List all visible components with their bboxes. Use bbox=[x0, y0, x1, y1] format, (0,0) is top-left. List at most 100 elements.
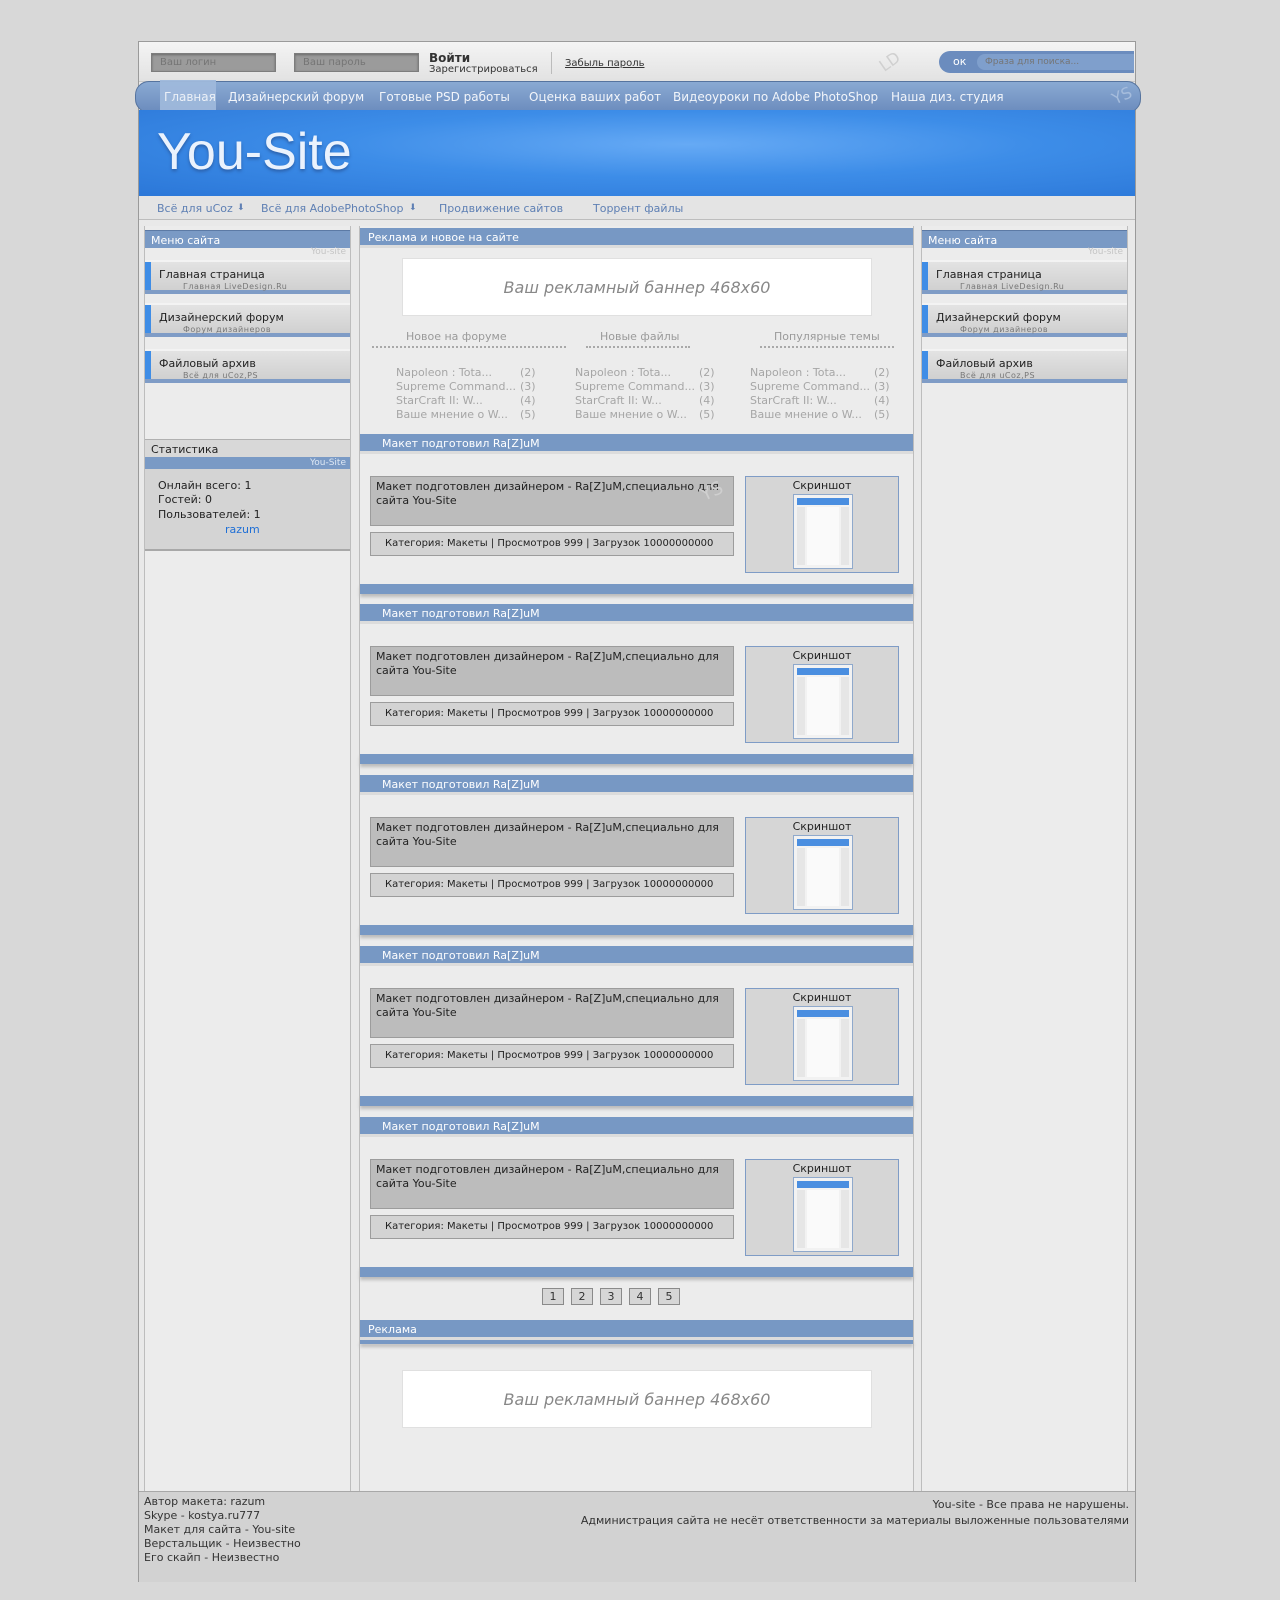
screenshot-label: Скриншот bbox=[792, 991, 852, 1004]
nav-item-psd-works[interactable]: Готовые PSD работы bbox=[379, 90, 510, 104]
screenshot-box[interactable]: Скриншот bbox=[745, 988, 899, 1085]
divider bbox=[551, 52, 552, 74]
file-item[interactable]: Napoleon : Tota... bbox=[575, 366, 671, 379]
post-meta: Категория: Макеты | Просмотров 999 | Заг… bbox=[370, 1044, 734, 1068]
subnav-item-ucoz[interactable]: Всё для uCoz bbox=[157, 202, 233, 215]
page-button[interactable]: 5 bbox=[658, 1288, 680, 1305]
left-menu-item-forum[interactable]: Дизайнерский форум Форум дизайнеров bbox=[145, 303, 350, 337]
post-title[interactable]: Макет подготовил Ra[Z]uM bbox=[360, 604, 913, 624]
page-button[interactable]: 1 bbox=[542, 1288, 564, 1305]
footer-coder: Верстальщик - Неизвестно bbox=[144, 1537, 301, 1550]
file-item[interactable]: Ваше мнение о W... bbox=[575, 408, 687, 421]
subnav-item-photoshop[interactable]: Всё для AdobePhotoShop bbox=[261, 202, 403, 215]
news-item[interactable]: Ваше мнение о W... bbox=[396, 408, 508, 421]
ad-banner-top[interactable]: Ваш рекламный баннер 468x60 bbox=[402, 258, 872, 316]
post-title[interactable]: Макет подготовил Ra[Z]uM bbox=[360, 946, 913, 966]
left-sidebar: Меню сайта You-site Главная страница Гла… bbox=[144, 226, 351, 1532]
screenshot-box[interactable]: Скриншот bbox=[745, 476, 899, 573]
popular-topic-count: (3) bbox=[874, 380, 890, 393]
popular-topic-count: (2) bbox=[874, 366, 890, 379]
nav-item-rate-works[interactable]: Оценка ваших работ bbox=[529, 90, 661, 104]
popular-topic-item[interactable]: StarCraft II: W... bbox=[750, 394, 837, 407]
screenshot-thumbnail[interactable] bbox=[793, 664, 853, 739]
screenshot-thumbnail[interactable] bbox=[793, 494, 853, 569]
menu-item-label: Дизайнерский форум bbox=[159, 311, 284, 324]
news-item[interactable]: StarCraft II: W... bbox=[396, 394, 483, 407]
online-user-link[interactable]: razum bbox=[225, 523, 260, 536]
login-bar: Войти Зарегистрироваться Забыль пароль L… bbox=[139, 42, 1135, 82]
news-item[interactable]: Supreme Command... bbox=[396, 380, 516, 393]
menu-item-sublabel: Всё для uCoz,PS bbox=[183, 371, 259, 380]
register-link[interactable]: Зарегистрироваться bbox=[429, 64, 538, 75]
post-description: Макет подготовлен дизайнером - Ra[Z]uM,с… bbox=[370, 646, 734, 696]
search-input[interactable] bbox=[977, 54, 1134, 70]
file-item[interactable]: StarCraft II: W... bbox=[575, 394, 662, 407]
menu-item-sublabel: Главная LiveDesign.Ru bbox=[183, 282, 288, 291]
footer-disclaimer: Администрация сайта не несёт ответственн… bbox=[580, 1514, 1129, 1527]
screenshot-thumbnail[interactable] bbox=[793, 1177, 853, 1252]
nav-item-home[interactable]: Главная bbox=[160, 80, 216, 114]
file-item[interactable]: Supreme Command... bbox=[575, 380, 695, 393]
screenshot-box[interactable]: Скриншот bbox=[745, 646, 899, 743]
page-button[interactable]: 4 bbox=[629, 1288, 651, 1305]
right-menu-item-archive[interactable]: Файловый архив Всё для uCoz,PS bbox=[922, 349, 1127, 383]
screenshot-thumbnail[interactable] bbox=[793, 835, 853, 910]
page-button[interactable]: 2 bbox=[571, 1288, 593, 1305]
screenshot-thumbnail[interactable] bbox=[793, 1006, 853, 1081]
menu-marker bbox=[145, 305, 151, 333]
menu-item-sublabel: Форум дизайнеров bbox=[960, 325, 1049, 334]
popular-topic-item[interactable]: Supreme Command... bbox=[750, 380, 870, 393]
page-button[interactable]: 3 bbox=[600, 1288, 622, 1305]
ad-banner-bottom[interactable]: Ваш рекламный баннер 468x60 bbox=[402, 1370, 872, 1428]
news-item-count: (4) bbox=[520, 394, 536, 407]
menu-item-label: Главная страница bbox=[159, 268, 265, 281]
search-button[interactable]: ок bbox=[953, 55, 966, 68]
screenshot-label: Скриншот bbox=[792, 479, 852, 492]
nav-item-photoshop-lessons[interactable]: Видеоуроки по Adobe PhotoShop bbox=[673, 90, 878, 104]
right-menu-subtitle: You-site bbox=[1087, 247, 1123, 257]
post-meta: Категория: Макеты | Просмотров 999 | Заг… bbox=[370, 702, 734, 726]
ad-block-underline bbox=[360, 1340, 913, 1344]
login-button[interactable]: Войти bbox=[429, 51, 470, 65]
post-title[interactable]: Макет подготовил Ra[Z]uM bbox=[360, 1117, 913, 1137]
site-logo-title[interactable]: You-Site bbox=[157, 122, 352, 182]
post-separator bbox=[360, 1267, 913, 1277]
screenshot-box[interactable]: Скриншот bbox=[745, 1159, 899, 1256]
post-description: Макет подготовлен дизайнером - Ra[Z]uM,с… bbox=[370, 476, 734, 526]
page-wrapper: Войти Зарегистрироваться Забыль пароль L… bbox=[135, 41, 1141, 1582]
post-separator bbox=[360, 925, 913, 935]
dotted-divider bbox=[760, 346, 894, 350]
post-description-text: Макет подготовлен дизайнером - Ra[Z]uM,с… bbox=[376, 480, 719, 507]
password-input[interactable] bbox=[294, 53, 419, 72]
left-menu-item-home[interactable]: Главная страница Главная LiveDesign.Ru bbox=[145, 260, 350, 294]
post-title[interactable]: Макет подготовил Ra[Z]uM bbox=[360, 434, 913, 454]
menu-item-label: Дизайнерский форум bbox=[936, 311, 1061, 324]
popular-topic-item[interactable]: Ваше мнение о W... bbox=[750, 408, 862, 421]
site-header: You-Site bbox=[139, 110, 1135, 196]
dotted-divider bbox=[372, 346, 566, 350]
nav-item-design-forum[interactable]: Дизайнерский форум bbox=[228, 90, 364, 104]
left-menu-item-archive[interactable]: Файловый архив Всё для uCoz,PS bbox=[145, 349, 350, 383]
right-menu-item-forum[interactable]: Дизайнерский форум Форум дизайнеров bbox=[922, 303, 1127, 337]
forgot-password-link[interactable]: Забыль пароль bbox=[565, 58, 644, 69]
popular-topic-count: (4) bbox=[874, 394, 890, 407]
post-separator bbox=[360, 754, 913, 764]
ad-block-title: Реклама bbox=[360, 1320, 913, 1340]
login-input[interactable] bbox=[151, 53, 276, 72]
menu-item-sublabel: Форум дизайнеров bbox=[183, 325, 272, 334]
screenshot-label: Скриншот bbox=[792, 820, 852, 833]
nav-item-design-studio[interactable]: Наша диз. студия bbox=[891, 90, 1004, 104]
screenshot-box[interactable]: Скриншот bbox=[745, 817, 899, 914]
post-title[interactable]: Макет подготовил Ra[Z]uM bbox=[360, 775, 913, 795]
subnav-item-promotion[interactable]: Продвижение сайтов bbox=[439, 202, 563, 215]
news-item-count: (5) bbox=[520, 408, 536, 421]
news-item[interactable]: Napoleon : Tota... bbox=[396, 366, 492, 379]
screenshot-label: Скриншот bbox=[792, 649, 852, 662]
subnav-item-torrents[interactable]: Торрент файлы bbox=[593, 202, 683, 215]
file-item-count: (5) bbox=[699, 408, 715, 421]
post-meta: Категория: Макеты | Просмотров 999 | Заг… bbox=[370, 1215, 734, 1239]
footer-coder-skype: Его скайп - Неизвестно bbox=[144, 1551, 280, 1564]
right-menu-item-home[interactable]: Главная страница Главная LiveDesign.Ru bbox=[922, 260, 1127, 294]
menu-item-label: Файловый архив bbox=[159, 357, 256, 370]
popular-topic-item[interactable]: Napoleon : Tota... bbox=[750, 366, 846, 379]
